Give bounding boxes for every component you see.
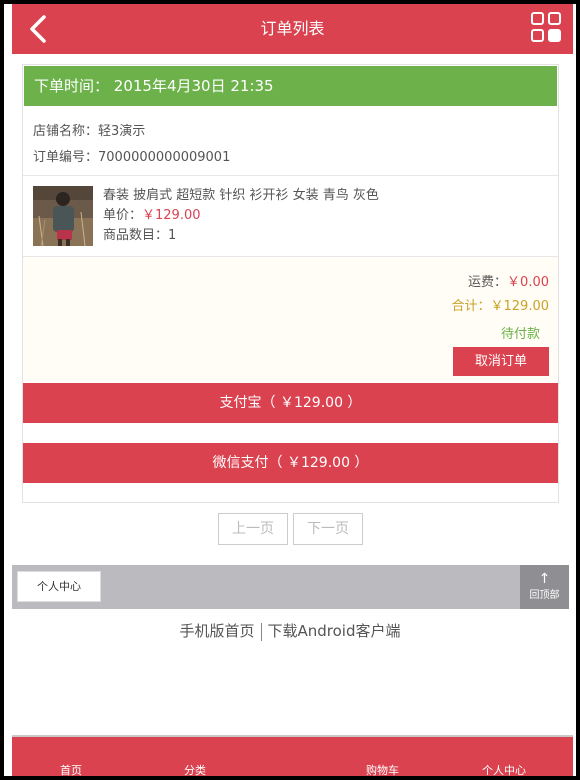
order-number-row: 订单编号：7000000000009001 (33, 145, 230, 171)
tab-home[interactable]: 首页 (60, 762, 82, 776)
product-qty: 1 (168, 228, 177, 243)
top-header: 订单列表 (12, 4, 573, 54)
divider (23, 175, 558, 176)
page-title: 订单列表 (260, 19, 325, 38)
user-center-link[interactable]: 个人中心 (17, 571, 101, 602)
order-time-label: 下单时间： (34, 77, 110, 95)
shipping-label: 运费： (468, 275, 508, 290)
shipping-fee: ￥0.00 (507, 275, 549, 290)
product-name[interactable]: 春装 披肩式 超短款 针织 衫开衫 女装 青鸟 灰色 (103, 186, 379, 206)
order-number-label: 订单编号： (33, 150, 99, 165)
product-qty-label: 商品数目： (103, 228, 169, 243)
total-label: 合计： (451, 299, 491, 314)
footer-links: 手机版首页 下载Android客户端 (4, 620, 576, 641)
bottom-tab-bar: 首页 分类 购物车 个人中心 (12, 735, 573, 776)
wechat-pay-button[interactable]: 微信支付（ ￥129.00 ） (23, 443, 558, 483)
alipay-button[interactable]: 支付宝（ ￥129.00 ） (23, 383, 558, 423)
tab-user-center[interactable]: 个人中心 (482, 762, 526, 776)
tab-category[interactable]: 分类 (184, 762, 206, 776)
store-info: 店铺名称：轻3演示 订单编号：7000000000009001 (33, 119, 230, 171)
next-page-button[interactable]: 下一页 (293, 513, 363, 545)
store-name: 轻3演示 (98, 124, 146, 139)
app-frame: 订单列表 下单时间： 2015年4月30日 21:35 店铺名称：轻3演示 订单… (4, 4, 576, 776)
product-info: 春装 披肩式 超短款 针织 衫开衫 女装 青鸟 灰色 单价：￥129.00 商品… (103, 186, 379, 246)
product-price-row: 单价：￥129.00 (103, 206, 379, 226)
store-name-label: 店铺名称： (33, 124, 99, 139)
order-card: 下单时间： 2015年4月30日 21:35 店铺名称：轻3演示 订单编号：70… (22, 64, 559, 503)
cancel-order-button[interactable]: 取消订单 (453, 347, 549, 376)
order-time-bar: 下单时间： 2015年4月30日 21:35 (24, 66, 557, 106)
status-badge: 待付款 (500, 327, 540, 342)
store-name-row: 店铺名称：轻3演示 (33, 119, 230, 145)
total-row: 合计：￥129.00 (451, 295, 549, 314)
total-amount: ￥129.00 (490, 299, 550, 314)
arrow-up-icon: ↑ (538, 571, 551, 587)
tab-cart[interactable]: 购物车 (366, 762, 399, 776)
product-qty-row: 商品数目：1 (103, 226, 379, 246)
prev-page-button[interactable]: 上一页 (218, 513, 288, 545)
product-price-label: 单价： (103, 208, 143, 223)
back-to-top-button[interactable]: ↑ 回顶部 (520, 565, 569, 609)
product-image[interactable] (33, 186, 93, 246)
link-separator (260, 622, 262, 641)
mobile-home-link[interactable]: 手机版首页 (179, 622, 254, 640)
back-to-top-label: 回顶部 (529, 590, 560, 601)
order-time-value: 2015年4月30日 21:35 (113, 77, 274, 95)
footer-bar: 个人中心 ↑ 回顶部 (12, 565, 569, 609)
product-price: ￥129.00 (142, 208, 201, 223)
order-number: 7000000000009001 (98, 150, 231, 165)
shipping-row: 运费：￥0.00 (468, 271, 549, 290)
order-summary: 运费：￥0.00 合计：￥129.00 待付款 取消订单 (23, 257, 558, 382)
grid-menu-icon[interactable] (531, 12, 563, 44)
android-download-link[interactable]: 下载Android客户端 (268, 622, 401, 640)
